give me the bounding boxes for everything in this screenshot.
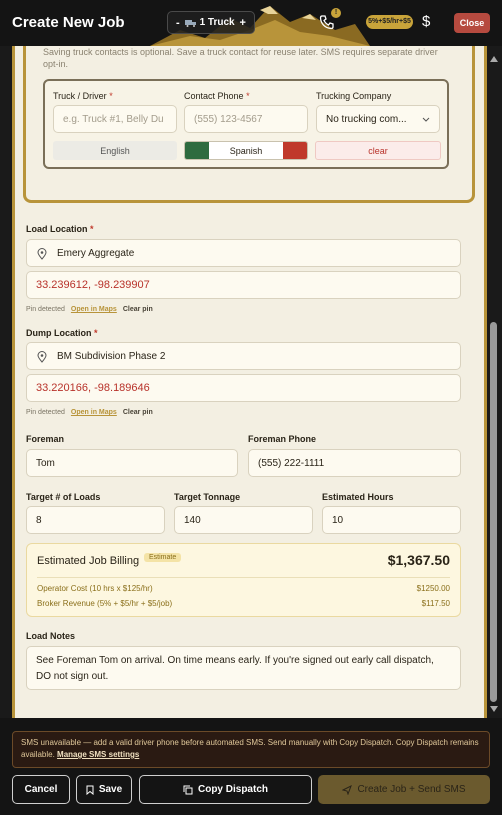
estimated-hours-input[interactable]: 10 [322, 506, 461, 534]
truck-driver-input[interactable]: e.g. Truck #1, Belly Du [53, 105, 177, 133]
truck-decrement-button[interactable]: - [176, 17, 180, 29]
save-button[interactable]: Save [76, 775, 132, 804]
phone-alert-badge: ! [331, 8, 341, 18]
dump-pin-row: Pin detected Open in Maps Clear pin [26, 409, 153, 416]
billing-estimate-panel: Estimated Job Billing Estimate $1,367.50… [26, 543, 461, 617]
clear-contact-button[interactable]: clear [315, 141, 441, 160]
page-title: Create New Job [12, 14, 125, 31]
target-tonnage-input[interactable]: 140 [174, 506, 313, 534]
clear-pin-button[interactable]: Clear pin [123, 306, 153, 313]
load-location-label: Load Location * [26, 224, 94, 234]
create-job-send-sms-button[interactable]: Create Job + Send SMS [318, 775, 490, 804]
scroll-down-arrow-icon[interactable] [490, 706, 498, 712]
dump-location-input[interactable]: BM Subdivision Phase 2 [26, 342, 461, 370]
broker-revenue-row: Broker Revenue (5% + $5/hr + $5/job) $11… [37, 599, 450, 608]
cancel-button[interactable]: Cancel [12, 775, 70, 804]
language-english-button[interactable]: English [53, 141, 177, 160]
scroll-up-arrow-icon[interactable] [490, 56, 498, 62]
load-coordinates-input[interactable]: 33.239612, -98.239907 [26, 271, 461, 299]
flag-red-stripe [283, 142, 307, 159]
contact-phone-input[interactable]: (555) 123-4567 [184, 105, 308, 133]
target-loads-input[interactable]: 8 [26, 506, 165, 534]
fee-structure-badge[interactable]: 5%+$5/hr+$5 [366, 15, 413, 29]
bookmark-icon [86, 785, 94, 795]
foreman-input[interactable]: Tom [26, 449, 238, 477]
open-in-maps-link[interactable]: Open in Maps [71, 306, 117, 313]
foreman-phone-label: Foreman Phone [248, 434, 317, 444]
estimated-hours-label: Estimated Hours [322, 492, 394, 502]
billing-total: $1,367.50 [387, 552, 450, 568]
operator-cost-value: $1250.00 [416, 584, 450, 593]
copy-dispatch-label: Copy Dispatch [197, 784, 268, 795]
flag-green-stripe [185, 142, 209, 159]
send-icon [342, 784, 353, 795]
sms-warning-banner: SMS unavailable — add a valid driver pho… [12, 731, 490, 768]
contact-phone-label: Contact Phone * [184, 91, 250, 101]
load-notes-textarea[interactable]: See Foreman Tom on arrival. On time mean… [26, 646, 461, 690]
save-label: Save [98, 784, 123, 795]
truck-count-label: 1 Truck [199, 17, 235, 28]
load-location-value: Emery Aggregate [57, 247, 135, 259]
load-pin-row: Pin detected Open in Maps Clear pin [26, 306, 153, 313]
scrollbar-thumb[interactable] [490, 322, 497, 702]
billing-divider [37, 577, 450, 578]
copy-icon [183, 785, 193, 794]
load-location-input[interactable]: Emery Aggregate [26, 239, 461, 267]
trucking-company-label: Trucking Company [316, 91, 392, 101]
trucking-company-value: No trucking com... [326, 113, 407, 125]
footer-bar: SMS unavailable — add a valid driver pho… [0, 718, 502, 815]
truck-driver-label: Truck / Driver * [53, 91, 113, 101]
job-form: Saving truck contacts is optional. Save … [12, 46, 487, 718]
operator-cost-row: Operator Cost (10 hrs x $125/hr) $1250.0… [37, 584, 450, 593]
form-scroll-area[interactable]: Saving truck contacts is optional. Save … [0, 46, 502, 718]
location-pin-icon [37, 248, 47, 260]
dollar-icon[interactable]: $ [422, 13, 430, 30]
foreman-phone-input[interactable]: (555) 222-1111 [248, 449, 461, 477]
truck-count: 1 Truck [184, 17, 235, 28]
location-pin-icon [37, 351, 47, 363]
open-in-maps-link[interactable]: Open in Maps [71, 409, 117, 416]
dump-location-label: Dump Location * [26, 328, 98, 338]
clear-pin-button[interactable]: Clear pin [123, 409, 153, 416]
dump-location-value: BM Subdivision Phase 2 [57, 350, 166, 362]
dump-coordinates-input[interactable]: 33.220166, -98.189646 [26, 374, 461, 402]
truck-count-stepper: - 1 Truck + [167, 11, 255, 34]
target-loads-label: Target # of Loads [26, 492, 101, 502]
close-button[interactable]: Close [454, 13, 490, 33]
billing-title: Estimated Job Billing [37, 555, 140, 567]
pin-detected-text: Pin detected [26, 306, 65, 313]
copy-dispatch-button[interactable]: Copy Dispatch [139, 775, 312, 804]
header-bar: Create New Job - 1 Truck + ! 5%+$5/hr+$5… [0, 0, 502, 46]
broker-revenue-label: Broker Revenue (5% + $5/hr + $5/job) [37, 599, 173, 608]
estimate-badge: Estimate [144, 553, 182, 562]
truck-contact-note: Saving truck contacts is optional. Save … [43, 47, 438, 69]
pin-detected-text: Pin detected [26, 409, 65, 416]
foreman-label: Foreman [26, 434, 65, 444]
target-tonnage-label: Target Tonnage [174, 492, 241, 502]
operator-cost-label: Operator Cost (10 hrs x $125/hr) [37, 584, 153, 593]
chevron-down-icon [422, 117, 430, 122]
language-spanish-button[interactable]: Spanish [184, 141, 308, 160]
truck-contact-entry: Truck / Driver * Contact Phone * Truckin… [43, 79, 449, 169]
language-spanish-label: Spanish [229, 145, 263, 156]
truck-increment-button[interactable]: + [240, 17, 246, 29]
truck-icon [184, 19, 196, 27]
manage-sms-link[interactable]: Manage SMS settings [57, 750, 139, 759]
broker-revenue-value: $117.50 [421, 599, 450, 608]
trucking-company-select[interactable]: No trucking com... [316, 105, 440, 133]
load-notes-label: Load Notes [26, 631, 76, 641]
create-job-send-sms-label: Create Job + Send SMS [357, 784, 466, 795]
